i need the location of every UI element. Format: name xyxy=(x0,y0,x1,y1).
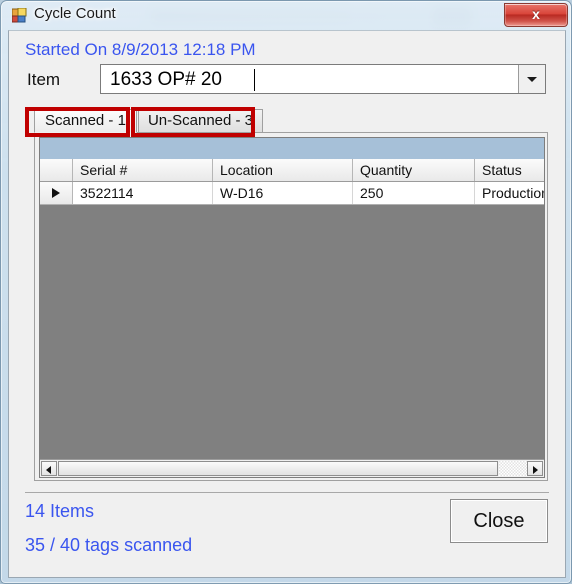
grid-row-selector[interactable] xyxy=(40,182,73,204)
grid-header-serial[interactable]: Serial # xyxy=(73,159,213,181)
tab-control: Scanned - 1 Un-Scanned - 3 Serial # Loca… xyxy=(34,109,548,481)
close-button[interactable]: Close xyxy=(450,499,548,543)
arrow-left-icon xyxy=(46,466,51,474)
grid-horizontal-scrollbar[interactable] xyxy=(40,459,544,477)
cycle-count-window: Cycle Count x Started On 8/9/2013 12:18 … xyxy=(0,0,572,584)
tab-scanned[interactable]: Scanned - 1 xyxy=(34,109,137,133)
cell-serial[interactable]: 3522114 xyxy=(73,182,213,204)
footer-divider xyxy=(25,492,549,493)
cell-status[interactable]: Production xyxy=(475,182,544,204)
tab-unscanned[interactable]: Un-Scanned - 3 xyxy=(138,109,263,133)
scrollbar-thumb[interactable] xyxy=(58,461,498,476)
scroll-left-button[interactable] xyxy=(41,461,57,476)
client-area: Started On 8/9/2013 12:18 PM Item 1633 O… xyxy=(8,30,566,578)
tab-page-scanned: Serial # Location Quantity Status 352211… xyxy=(34,132,548,481)
scroll-right-button[interactable] xyxy=(527,461,543,476)
tags-scanned-label: 35 / 40 tags scanned xyxy=(25,535,193,555)
grid-header-row: Serial # Location Quantity Status xyxy=(40,159,544,182)
grid-header-location[interactable]: Location xyxy=(213,159,353,181)
started-on-label: Started On 8/9/2013 12:18 PM xyxy=(25,40,256,59)
grid-top-band xyxy=(40,138,544,159)
scrollbar-track[interactable] xyxy=(499,461,527,476)
serials-data-grid[interactable]: Serial # Location Quantity Status 352211… xyxy=(39,137,545,478)
item-label: Item xyxy=(27,70,61,89)
form-icon xyxy=(12,8,27,23)
grid-header-quantity[interactable]: Quantity xyxy=(353,159,475,181)
row-indicator-icon xyxy=(52,188,60,198)
grid-empty-body xyxy=(40,205,544,460)
title-bar[interactable]: Cycle Count x xyxy=(1,1,572,30)
arrow-right-icon xyxy=(533,466,538,474)
cell-quantity[interactable]: 250 xyxy=(353,182,475,204)
window-title: Cycle Count xyxy=(34,5,116,22)
item-combobox-value: 1633 OP# 20 xyxy=(110,69,222,90)
chevron-down-icon xyxy=(527,77,537,82)
table-row[interactable]: 3522114 W-D16 250 Production xyxy=(40,182,544,205)
text-caret xyxy=(254,69,255,91)
grid-header-rowselector xyxy=(40,159,73,181)
item-combobox-dropdown-button[interactable] xyxy=(518,65,545,93)
cell-location[interactable]: W-D16 xyxy=(213,182,353,204)
grid-header-status[interactable]: Status xyxy=(475,159,544,181)
window-close-button[interactable]: x xyxy=(504,3,568,27)
item-combobox[interactable]: 1633 OP# 20 xyxy=(100,64,546,94)
items-count-label: 14 Items xyxy=(25,501,95,521)
